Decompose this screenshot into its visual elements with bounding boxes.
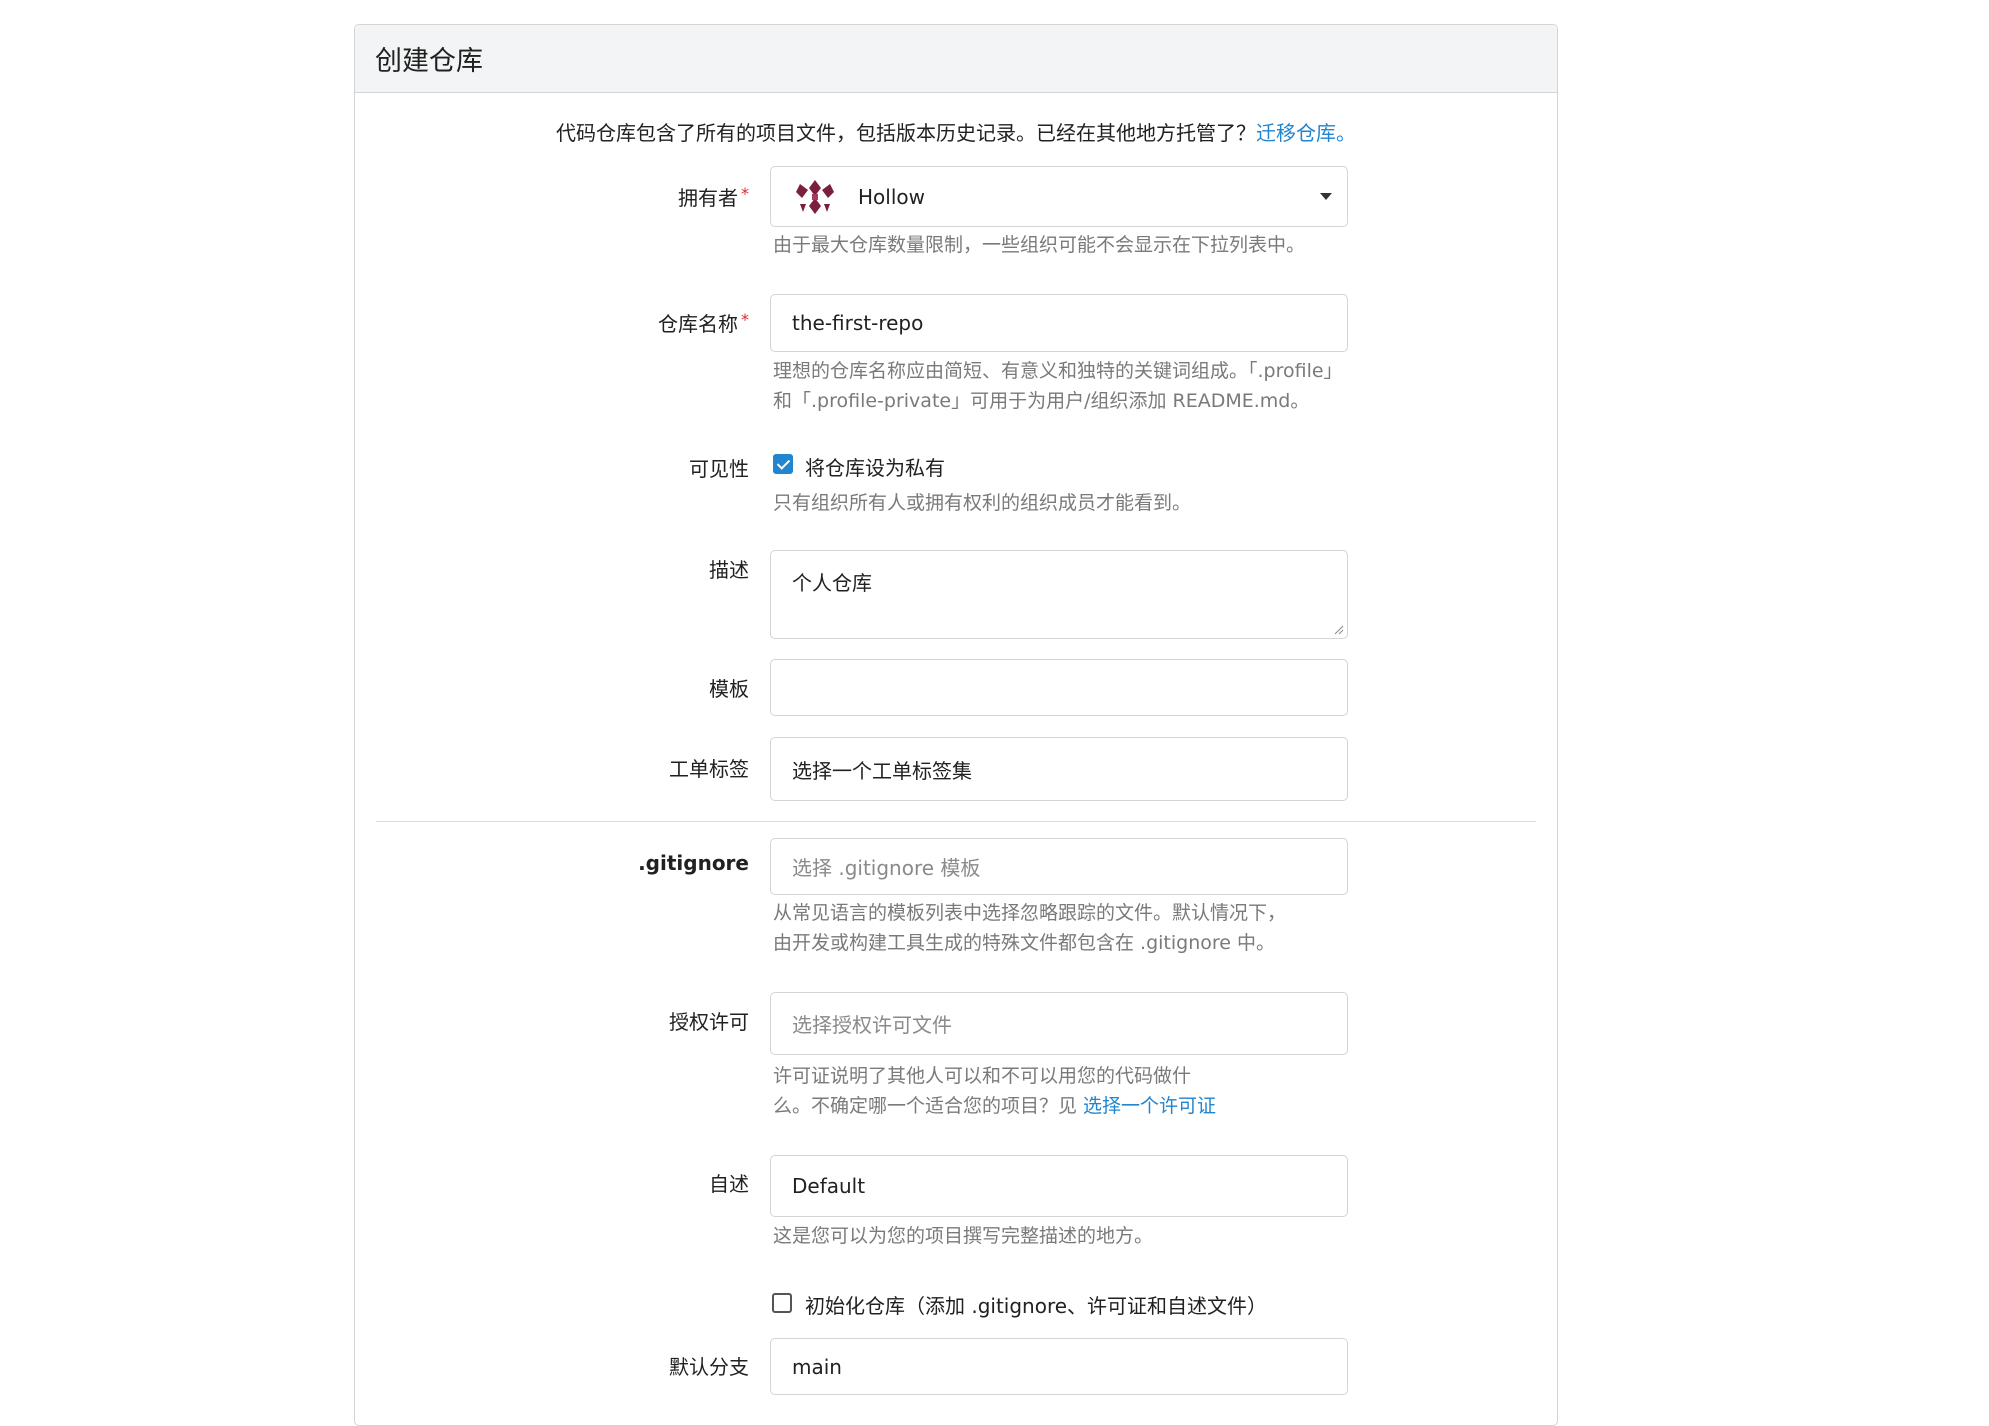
- template-input[interactable]: [770, 659, 1348, 716]
- required-mark: *: [741, 310, 749, 329]
- init-repo-checkbox-label[interactable]: 初始化仓库（添加 .gitignore、许可证和自述文件）: [805, 1290, 1267, 1319]
- org-avatar-icon: [796, 179, 834, 214]
- owner-label: 拥有者 *: [678, 184, 749, 210]
- private-checkbox-label[interactable]: 将仓库设为私有: [805, 452, 945, 481]
- migrate-repo-link[interactable]: 迁移仓库。: [1256, 121, 1356, 145]
- page-title: 创建仓库: [355, 25, 1557, 93]
- description-value: 个人仓库: [792, 571, 872, 595]
- intro-message: 代码仓库包含了所有的项目文件，包括版本历史记录。已经在其他地方托管了？: [556, 121, 1256, 145]
- gitignore-label: .gitignore: [638, 851, 749, 875]
- init-repo-checkbox[interactable]: [772, 1293, 792, 1313]
- owner-dropdown[interactable]: Hollow: [770, 166, 1348, 227]
- default-branch-label: 默认分支: [669, 1355, 749, 1379]
- repo-name-input[interactable]: the-first-repo: [770, 294, 1348, 352]
- issue-labels-label: 工单标签: [669, 757, 749, 781]
- choose-license-link[interactable]: 选择一个许可证: [1083, 1095, 1216, 1117]
- repo-name-label: 仓库名称 *: [658, 310, 749, 336]
- readme-label: 自述: [709, 1172, 749, 1196]
- owner-value: Hollow: [858, 184, 925, 209]
- chevron-down-icon: [1320, 192, 1332, 200]
- description-textarea[interactable]: 个人仓库: [770, 550, 1348, 639]
- default-branch-input[interactable]: main: [770, 1338, 1348, 1395]
- readme-dropdown[interactable]: Default: [770, 1155, 1348, 1217]
- license-dropdown[interactable]: 选择授权许可文件: [770, 992, 1348, 1055]
- section-divider: [376, 821, 1536, 822]
- description-label: 描述: [709, 558, 749, 582]
- license-label: 授权许可: [669, 1010, 749, 1034]
- private-checkbox[interactable]: [773, 454, 793, 474]
- resize-handle-icon[interactable]: [1334, 625, 1344, 635]
- gitignore-dropdown[interactable]: 选择 .gitignore 模板: [770, 838, 1348, 895]
- license-help: 许可证说明了其他人可以和不可以用您的代码做什 么。不确定哪一个适合您的项目？见 …: [773, 1065, 1217, 1117]
- visibility-label: 可见性: [689, 457, 749, 481]
- checkmark-icon: [776, 456, 791, 470]
- gitignore-help: 从常见语言的模板列表中选择忽略跟踪的文件。默认情况下， 由开发或构建工具生成的特…: [773, 902, 1287, 954]
- repo-name-help: 理想的仓库名称应由简短、有意义和独特的关键词组成。「.profile」 和「.p…: [773, 360, 1343, 412]
- issue-labels-dropdown[interactable]: 选择一个工单标签集: [770, 737, 1348, 801]
- template-label: 模板: [709, 677, 749, 701]
- intro-text: 代码仓库包含了所有的项目文件，包括版本历史记录。已经在其他地方托管了？迁移仓库。: [355, 117, 1557, 146]
- create-repo-panel: 创建仓库 代码仓库包含了所有的项目文件，包括版本历史记录。已经在其他地方托管了？…: [354, 24, 1558, 1426]
- visibility-help: 只有组织所有人或拥有权利的组织成员才能看到。: [773, 492, 1192, 514]
- owner-help: 由于最大仓库数量限制，一些组织可能不会显示在下拉列表中。: [773, 234, 1306, 256]
- required-mark: *: [741, 184, 749, 203]
- readme-help: 这是您可以为您的项目撰写完整描述的地方。: [773, 1225, 1154, 1247]
